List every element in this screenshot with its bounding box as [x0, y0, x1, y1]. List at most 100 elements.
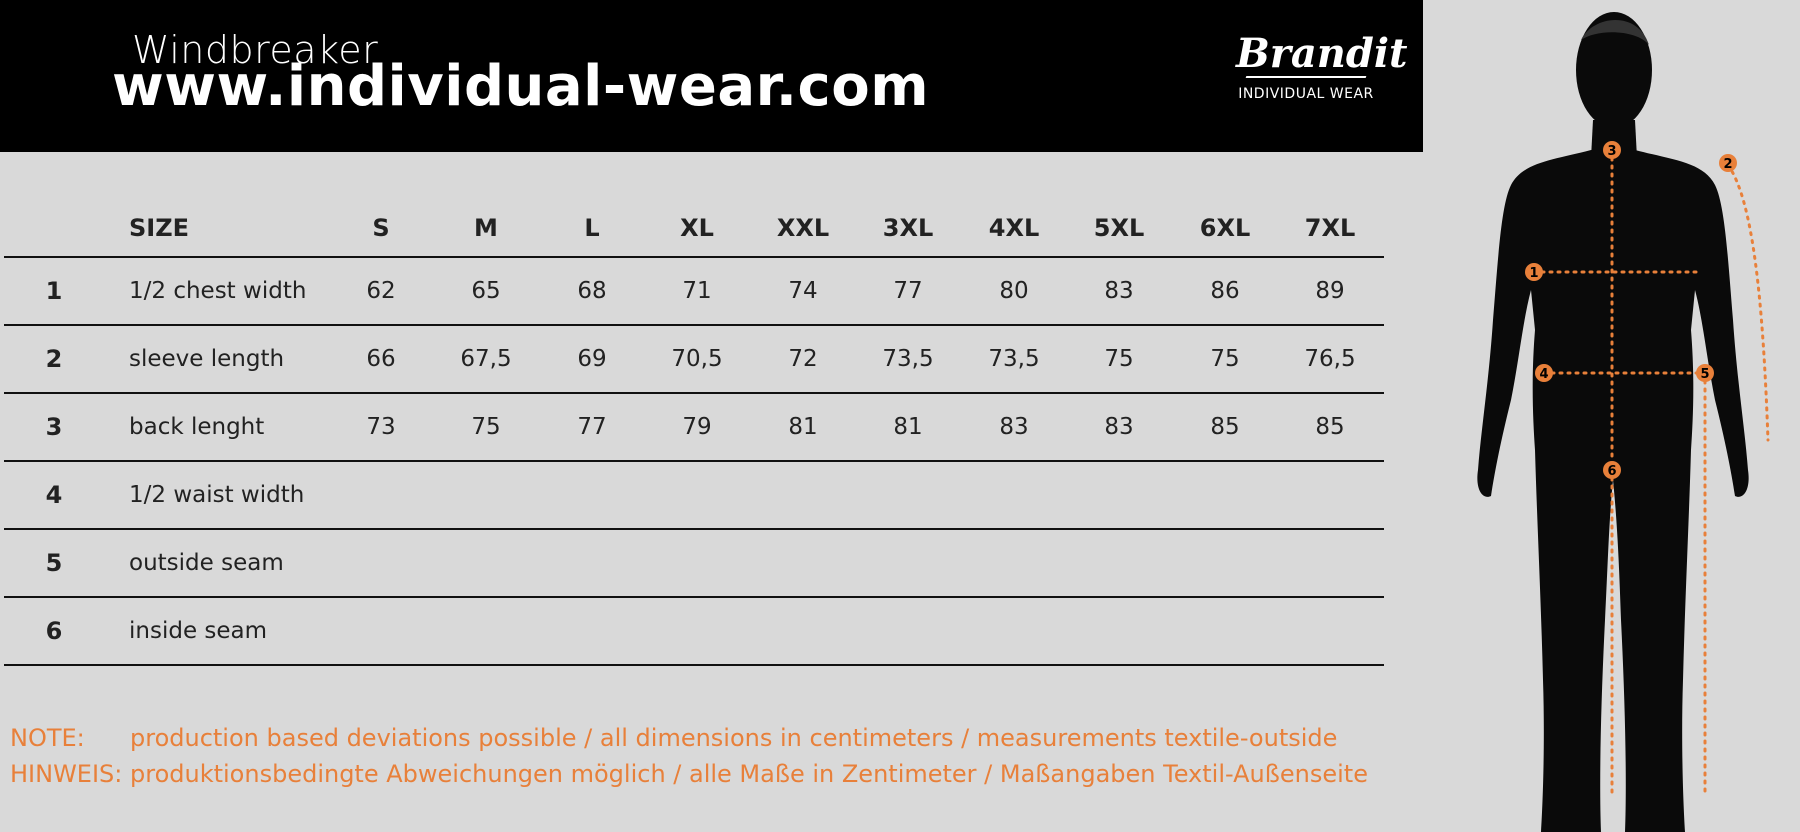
table-row: 3 back lenght 73 75 77 79 81 81 83 83 85 85	[4, 394, 1384, 462]
table-cell	[1074, 598, 1164, 664]
table-cell: 67,5	[460, 346, 512, 372]
size-column-header: XXL	[776, 214, 830, 242]
table-cell: 85	[1210, 414, 1240, 440]
table-cell: 73	[366, 414, 396, 440]
table-cell	[441, 598, 531, 664]
table-cell	[1180, 462, 1270, 528]
table-row: 2 sleeve length 66 67,5 69 70,5 72 73,5 73,5 75 75…	[4, 326, 1384, 394]
table-cell: 66	[366, 346, 396, 372]
marker-2: 2	[1719, 154, 1737, 172]
table-row: 6 inside seam	[4, 598, 1384, 666]
table-cell	[1285, 598, 1375, 664]
table-cell: 89	[1315, 278, 1345, 304]
table-cell: 72	[788, 346, 818, 372]
table-cell	[336, 530, 426, 596]
brand-name: Brandit	[1236, 30, 1408, 77]
table-cell	[1074, 530, 1164, 596]
size-column-header: 5XL	[1093, 214, 1145, 242]
row-number: 6	[45, 617, 63, 645]
marker-6: 6	[1603, 461, 1621, 479]
marker-3-label: 3	[1607, 144, 1616, 159]
table-cell: 71	[682, 278, 712, 304]
website-url[interactable]: www.individual-wear.com	[112, 54, 929, 119]
table-cell	[1180, 598, 1270, 664]
note-label: NOTE:	[10, 724, 85, 752]
table-cell: 74	[788, 278, 818, 304]
size-column-header: M	[474, 214, 498, 242]
marker-3: 3	[1603, 141, 1621, 159]
table-cell	[969, 462, 1059, 528]
table-cell	[336, 598, 426, 664]
size-table: SIZE S M L XL XXL 3XL 4XL 5XL 6XL 7XL 1 1/2 chest …	[4, 200, 1384, 666]
body-measurement-figure: 1 2 3 4 5 6	[1477, 12, 1770, 832]
table-cell: 81	[893, 414, 923, 440]
size-column-header: L	[584, 214, 600, 242]
table-cell: 86	[1210, 278, 1240, 304]
table-cell: 75	[1104, 346, 1134, 372]
table-cell	[863, 462, 953, 528]
table-cell	[1180, 530, 1270, 596]
table-cell	[1074, 462, 1164, 528]
table-cell	[547, 598, 637, 664]
row-number: 4	[45, 481, 63, 509]
table-cell: 77	[577, 414, 607, 440]
table-cell: 69	[577, 346, 607, 372]
marker-5-label: 5	[1700, 367, 1709, 382]
table-cell	[758, 598, 848, 664]
hinweis-label: HINWEIS:	[10, 760, 123, 788]
table-cell	[652, 530, 742, 596]
table-cell	[336, 462, 426, 528]
table-cell: 75	[1210, 346, 1240, 372]
table-cell: 73,5	[988, 346, 1040, 372]
table-cell	[758, 462, 848, 528]
row-number: 3	[45, 413, 63, 441]
table-cell: 77	[893, 278, 923, 304]
table-row: 4 1/2 waist width	[4, 462, 1384, 530]
table-cell: 85	[1315, 414, 1345, 440]
size-column-header: 7XL	[1304, 214, 1356, 242]
table-row: 1 1/2 chest width 62 65 68 71 74 77 80 83 86 89	[4, 258, 1384, 326]
marker-4: 4	[1535, 364, 1553, 382]
size-header-row: SIZE S M L XL XXL 3XL 4XL 5XL 6XL 7XL	[4, 200, 1384, 258]
table-cell: 70,5	[671, 346, 723, 372]
row-number: 5	[45, 549, 63, 577]
table-cell	[863, 530, 953, 596]
brand-logo: Brandit INDIVIDUAL WEAR	[1236, 30, 1408, 103]
table-cell	[441, 530, 531, 596]
marker-5: 5	[1696, 364, 1714, 382]
table-cell: 79	[682, 414, 712, 440]
table-cell	[441, 462, 531, 528]
table-cell: 83	[1104, 414, 1134, 440]
size-column-header: S	[372, 214, 390, 242]
table-cell	[652, 462, 742, 528]
table-cell: 65	[471, 278, 501, 304]
table-cell	[1285, 530, 1375, 596]
table-row: 5 outside seam	[4, 530, 1384, 598]
note-text: production based deviations possible / a…	[130, 724, 1338, 752]
table-cell	[758, 530, 848, 596]
table-cell: 75	[471, 414, 501, 440]
marker-4-label: 4	[1539, 367, 1548, 382]
table-cell	[1285, 462, 1375, 528]
table-cell: 73,5	[882, 346, 934, 372]
table-cell: 80	[999, 278, 1029, 304]
table-cell	[652, 598, 742, 664]
size-column-header: 3XL	[882, 214, 934, 242]
table-cell	[969, 530, 1059, 596]
brand-underline	[1245, 76, 1367, 78]
table-cell	[547, 530, 637, 596]
row-number: 2	[45, 345, 63, 373]
table-cell: 83	[1104, 278, 1134, 304]
header-banner: Windbreaker www.individual-wear.com Bran…	[0, 0, 1423, 152]
hinweis-text: produktionsbedingte Abweichungen möglich…	[130, 760, 1368, 788]
brand-tagline: INDIVIDUAL WEAR	[1238, 86, 1374, 102]
size-column-header: 4XL	[988, 214, 1040, 242]
marker-2-label: 2	[1723, 157, 1732, 172]
table-cell	[969, 598, 1059, 664]
table-cell: 76,5	[1304, 346, 1356, 372]
table-cell: 68	[577, 278, 607, 304]
size-column-header: XL	[680, 214, 714, 242]
table-cell: 83	[999, 414, 1029, 440]
marker-1-label: 1	[1529, 266, 1538, 281]
table-cell	[547, 462, 637, 528]
